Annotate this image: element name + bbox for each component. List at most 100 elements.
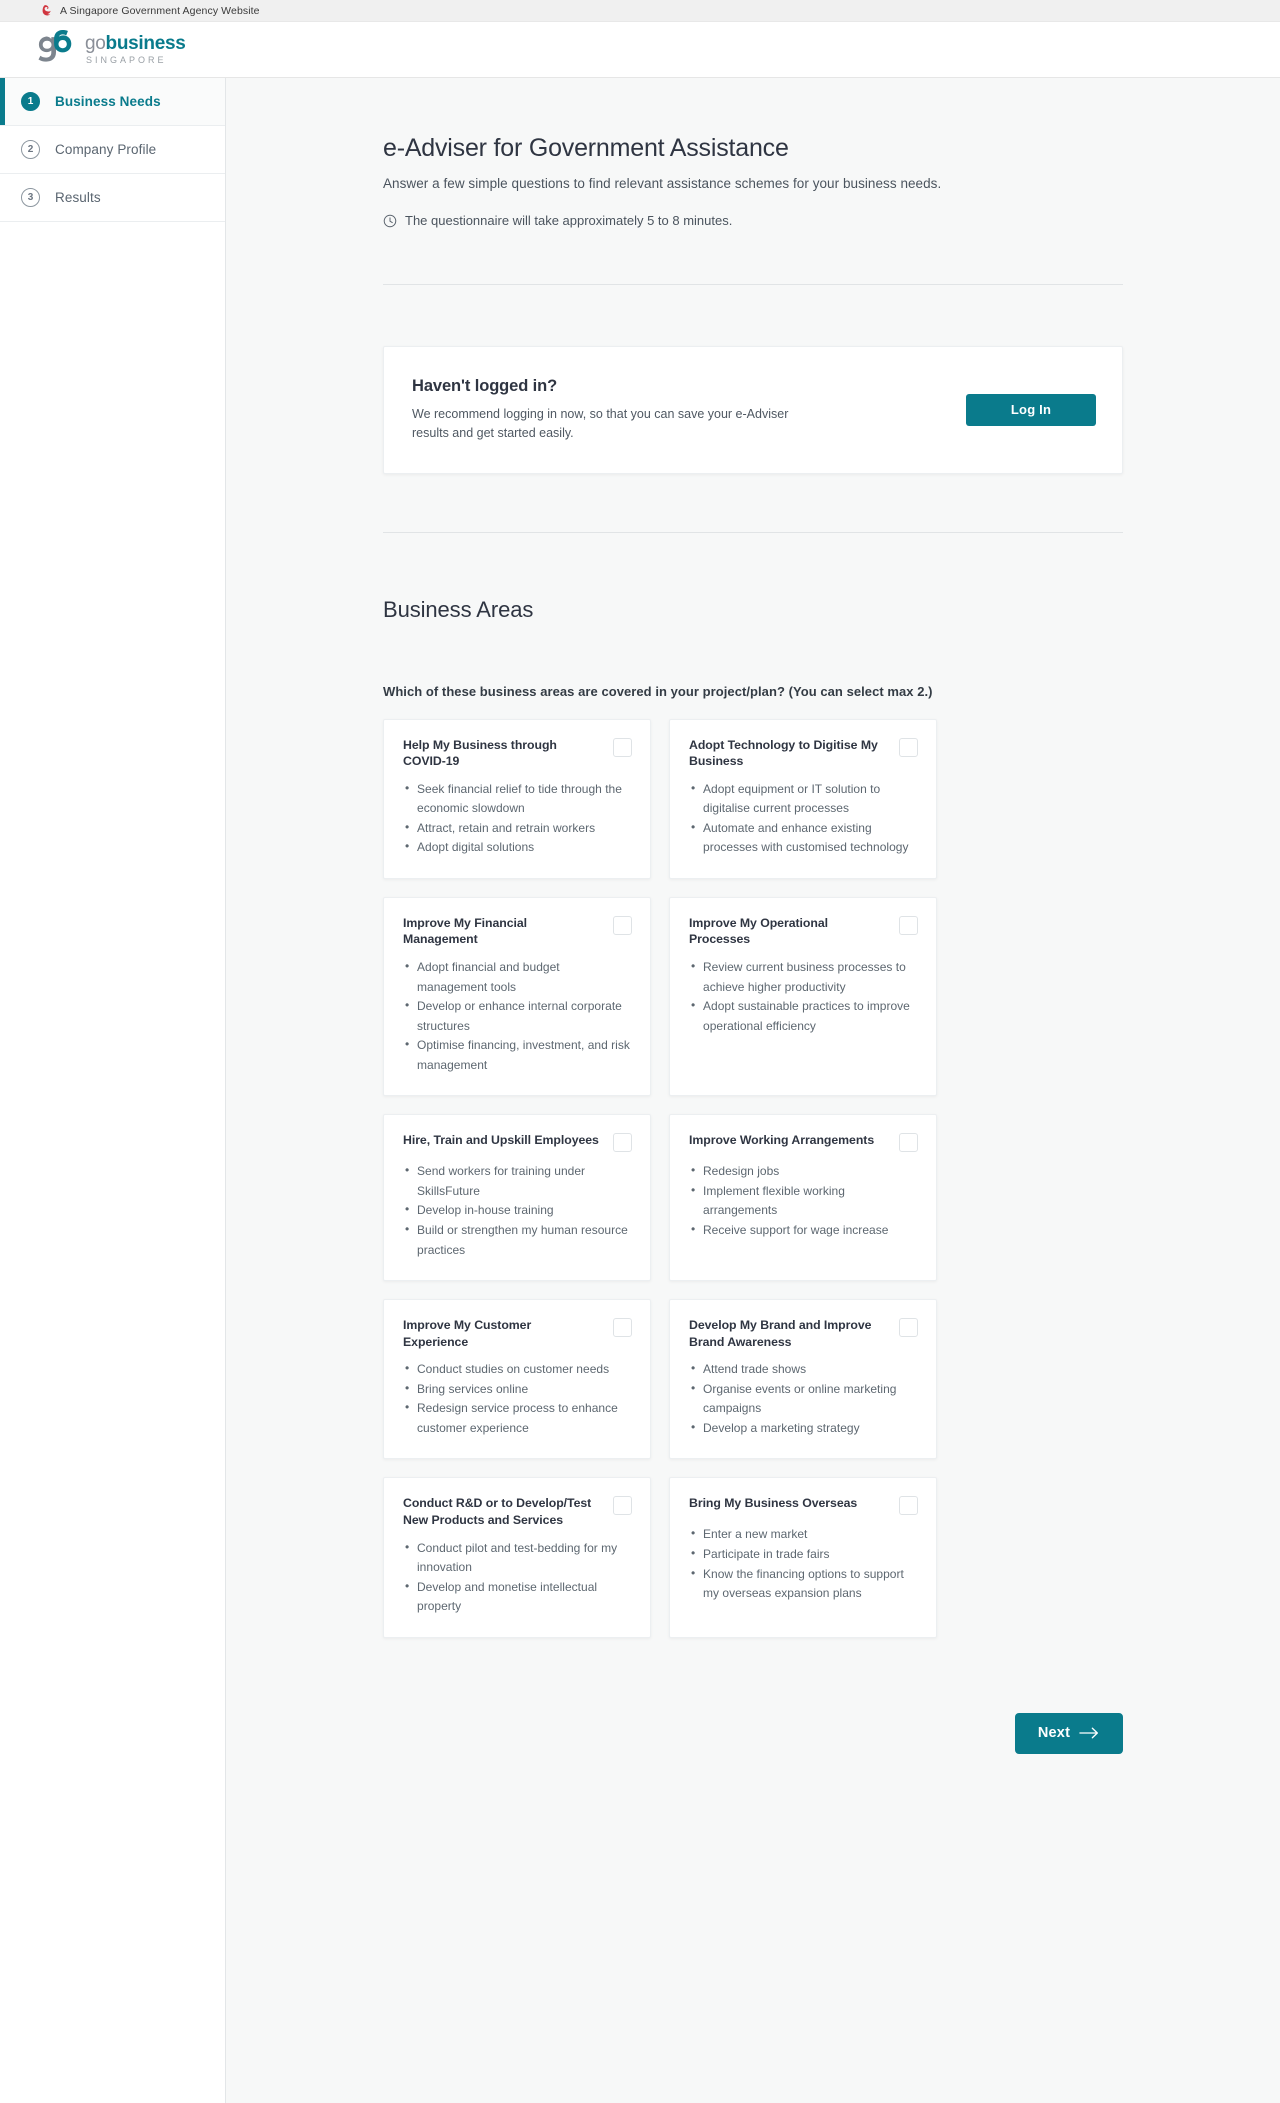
step-number-badge: 3 xyxy=(21,188,40,207)
next-button[interactable]: Next xyxy=(1015,1712,1123,1754)
business-area-checkbox[interactable] xyxy=(899,1133,918,1153)
step-number-badge: 1 xyxy=(21,92,40,111)
business-area-bullet: Develop a marketing strategy xyxy=(691,1418,918,1439)
log-in-button[interactable]: Log In xyxy=(966,393,1096,426)
business-area-bullet: Enter a new market xyxy=(691,1524,918,1545)
business-area-bullet-list: Seek financial relief to tide through th… xyxy=(403,779,632,858)
business-area-bullet-list: Review current business processes to ach… xyxy=(689,957,918,1036)
business-area-bullet: Adopt financial and budget management to… xyxy=(405,957,632,997)
business-area-bullet: Conduct pilot and test-bedding for my in… xyxy=(405,1538,632,1578)
business-area-checkbox[interactable] xyxy=(613,915,632,935)
business-area-card[interactable]: Help My Business through COVID-19 Seek fi… xyxy=(383,718,651,879)
business-area-bullet: Adopt digital solutions xyxy=(405,837,632,858)
business-area-card[interactable]: Develop My Brand and Improve Brand Aware… xyxy=(669,1299,937,1460)
business-area-card-header: Develop My Brand and Improve Brand Aware… xyxy=(689,1317,918,1350)
business-area-card-header: Improve My Operational Processes xyxy=(689,915,918,948)
business-area-card[interactable]: Adopt Technology to Digitise My Business… xyxy=(669,718,937,879)
questionnaire-duration-text: The questionnaire will take approximatel… xyxy=(405,213,733,228)
business-area-bullet: Redesign jobs xyxy=(691,1161,918,1182)
login-card-wrapper: Haven't logged in? We recommend logging … xyxy=(383,346,1123,474)
business-area-bullet: Redesign service process to enhance cust… xyxy=(405,1398,632,1438)
business-areas-grid: Help My Business through COVID-19 Seek fi… xyxy=(383,718,1123,1638)
page-shell: 1 Business Needs 2 Company Profile 3 Res… xyxy=(0,78,1280,2103)
business-area-card[interactable]: Improve Working Arrangements Redesign job… xyxy=(669,1114,937,1282)
business-area-bullet-list: Enter a new marketParticipate in trade f… xyxy=(689,1524,918,1604)
sidebar-item-company-profile[interactable]: 2 Company Profile xyxy=(0,126,225,174)
step-number-badge: 2 xyxy=(21,140,40,159)
footer-actions: Next xyxy=(383,1712,1123,1754)
divider-top xyxy=(383,284,1123,285)
business-area-bullet: Optimise financing, investment, and risk… xyxy=(405,1035,632,1075)
main-content: e-Adviser for Government Assistance Answ… xyxy=(226,78,1280,2103)
government-banner-text: A Singapore Government Agency Website xyxy=(60,4,260,17)
business-area-card-header: Help My Business through COVID-19 xyxy=(403,737,632,770)
business-area-bullet: Adopt equipment or IT solution to digita… xyxy=(691,779,918,819)
business-area-checkbox[interactable] xyxy=(899,915,918,935)
business-area-bullet: Attend trade shows xyxy=(691,1359,918,1380)
business-area-bullet: Build or strengthen my human resource pr… xyxy=(405,1220,632,1260)
gb-monogram-icon xyxy=(30,30,76,69)
business-area-checkbox[interactable] xyxy=(899,737,918,757)
questionnaire-duration: The questionnaire will take approximatel… xyxy=(383,213,1123,228)
business-area-card-title: Adopt Technology to Digitise My Business xyxy=(689,737,878,769)
sidebar-item-results[interactable]: 3 Results xyxy=(0,174,225,222)
logo-word-business: business xyxy=(105,33,186,54)
business-area-card-title: Bring My Business Overseas xyxy=(689,1496,858,1511)
business-area-bullet-list: Conduct studies on customer needsBring s… xyxy=(403,1359,632,1438)
business-area-card-title: Improve My Customer Experience xyxy=(403,1318,532,1349)
business-area-checkbox[interactable] xyxy=(899,1318,918,1338)
business-area-bullet-list: Adopt financial and budget management to… xyxy=(403,957,632,1075)
sidebar-item-business-needs[interactable]: 1 Business Needs xyxy=(0,78,225,126)
business-area-bullet: Attract, retain and retrain workers xyxy=(405,818,632,839)
business-area-bullet: Bring services online xyxy=(405,1379,632,1400)
business-area-checkbox[interactable] xyxy=(899,1496,918,1516)
step-sidebar: 1 Business Needs 2 Company Profile 3 Res… xyxy=(0,78,226,2103)
login-card-title: Haven't logged in? xyxy=(412,377,558,395)
business-area-card-title: Improve Working Arrangements xyxy=(689,1133,875,1148)
business-area-card-header: Improve Working Arrangements xyxy=(689,1132,918,1153)
business-area-bullet: Send workers for training under SkillsFu… xyxy=(405,1161,632,1201)
business-area-card[interactable]: Hire, Train and Upskill Employees Send wo… xyxy=(383,1114,651,1282)
business-area-bullet: Develop or enhance internal corporate st… xyxy=(405,996,632,1036)
business-area-checkbox[interactable] xyxy=(613,1133,632,1153)
business-area-card-title: Help My Business through COVID-19 xyxy=(403,737,557,769)
masthead: gobusiness SINGAPORE xyxy=(0,22,1280,78)
business-area-card-header: Adopt Technology to Digitise My Business xyxy=(689,737,918,770)
business-area-bullet: Adopt sustainable practices to improve o… xyxy=(691,996,918,1036)
business-area-bullet: Develop in-house training xyxy=(405,1200,632,1221)
sidebar-item-label: Business Needs xyxy=(55,94,161,109)
business-area-card-title: Hire, Train and Upskill Employees xyxy=(403,1133,599,1148)
business-area-card-header: Improve My Financial Management xyxy=(403,915,632,948)
business-area-card[interactable]: Improve My Operational Processes Review c… xyxy=(669,896,937,1097)
gobusiness-logo[interactable]: gobusiness SINGAPORE xyxy=(30,30,186,69)
business-area-checkbox[interactable] xyxy=(613,1496,632,1516)
business-area-card[interactable]: Improve My Customer Experience Conduct st… xyxy=(383,1299,651,1460)
login-prompt-card: Haven't logged in? We recommend logging … xyxy=(383,346,1123,474)
business-area-bullet-list: Adopt equipment or IT solution to digita… xyxy=(689,779,918,858)
business-area-bullet-list: Conduct pilot and test-bedding for my in… xyxy=(403,1538,632,1617)
business-area-bullet: Know the financing options to support my… xyxy=(691,1564,918,1604)
business-area-bullet-list: Redesign jobsImplement flexible working … xyxy=(689,1161,918,1240)
logo-word-go: go xyxy=(85,33,106,54)
business-area-card-title: Develop My Brand and Improve Brand Aware… xyxy=(689,1318,872,1349)
business-area-bullet: Review current business processes to ach… xyxy=(691,957,918,997)
business-area-card-header: Conduct R&D or to Develop/Test New Produ… xyxy=(403,1495,632,1528)
business-area-checkbox[interactable] xyxy=(613,1318,632,1338)
business-area-card-header: Bring My Business Overseas xyxy=(689,1495,918,1516)
arrow-right-icon xyxy=(1079,1727,1100,1739)
business-area-checkbox[interactable] xyxy=(613,737,632,757)
login-card-description: We recommend logging in now, so that you… xyxy=(412,407,789,440)
business-area-bullet-list: Attend trade showsOrganise events or onl… xyxy=(689,1359,918,1439)
sidebar-item-label: Results xyxy=(55,190,101,205)
business-area-card[interactable]: Conduct R&D or to Develop/Test New Produ… xyxy=(383,1477,651,1638)
singapore-lion-icon xyxy=(40,4,54,18)
business-area-bullet: Automate and enhance existing processes … xyxy=(691,818,918,858)
business-area-card[interactable]: Bring My Business Overseas Enter a new ma… xyxy=(669,1477,937,1638)
business-area-bullet: Conduct studies on customer needs xyxy=(405,1359,632,1380)
section-title-business-areas: Business Areas xyxy=(383,596,534,622)
business-area-card-title: Improve My Operational Processes xyxy=(689,915,828,947)
business-area-card-title: Improve My Financial Management xyxy=(403,915,528,947)
logo-wordmark: gobusiness SINGAPORE xyxy=(85,34,186,65)
next-button-label: Next xyxy=(1037,1725,1071,1742)
business-area-card[interactable]: Improve My Financial Management Adopt fin… xyxy=(383,896,651,1097)
